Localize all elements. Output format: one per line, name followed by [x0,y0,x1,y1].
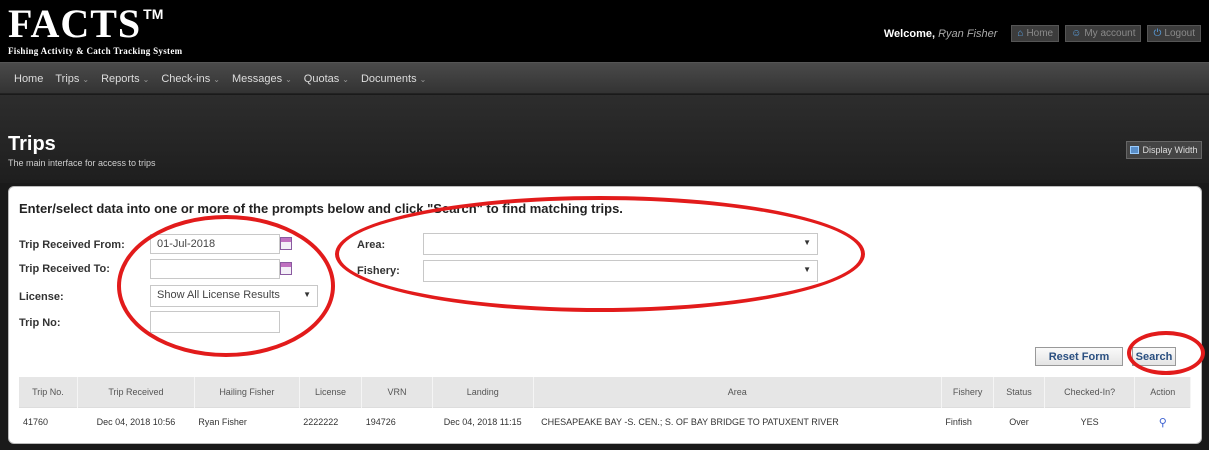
nav-quotas[interactable]: Quotas ⌄ [298,73,355,85]
home-icon: ⌂ [1017,28,1024,39]
results-table: Trip No. Trip Received Hailing Fisher Li… [19,377,1191,437]
received-to-label: Trip Received To: [19,263,110,275]
nav-home[interactable]: Home [8,73,49,85]
logout-button[interactable]: ⏻ Logout [1147,25,1201,42]
facts-logo[interactable]: FACTS TM Fishing Activity & Catch Trackin… [8,1,183,57]
page-subtitle: The main interface for access to trips [8,158,156,168]
column-header[interactable]: Trip Received [77,377,195,407]
column-header[interactable]: Landing [432,377,534,407]
welcome-text: Welcome, Ryan Fisher [883,27,998,40]
calendar-icon[interactable] [280,237,292,250]
search-button[interactable]: Search [1132,347,1176,366]
cell-vrn: 194726 [361,406,433,437]
area-label: Area: [357,239,386,251]
magnifier-icon[interactable]: ⚲ [1159,417,1167,429]
fishery-label: Fishery: [357,265,400,277]
user-icon: ☺ [1071,28,1082,39]
fishery-select[interactable]: ▼ [423,260,818,282]
column-header[interactable]: Trip No. [19,377,78,407]
chevron-down-icon: ⌄ [142,74,150,84]
my-account-button[interactable]: ☺ My account [1065,25,1142,42]
license-label: License: [19,291,64,303]
cell-checked-in: YES [1044,406,1135,437]
column-header[interactable]: VRN [361,377,433,407]
cell-license: 2222222 [299,406,362,437]
cell-fishery: Finfish [941,406,994,437]
logo-trademark: TM [143,6,164,22]
main-nav: Home Trips ⌄ Reports ⌄ Check-ins ⌄ Messages… [0,62,1209,94]
chevron-down-icon: ⌄ [285,74,292,84]
chevron-down-icon: ⌄ [213,74,220,84]
power-icon: ⏻ [1153,28,1162,39]
search-instructions: Enter/select data into one or more of th… [19,201,623,216]
column-header[interactable]: Area [533,377,942,407]
nav-reports[interactable]: Reports ⌄ [95,73,155,85]
cell-status: Over [993,406,1045,437]
dropdown-arrow-icon: ▼ [303,290,311,299]
chevron-down-icon: ⌄ [82,74,90,84]
page-title: Trips [8,133,56,155]
column-header[interactable]: Checked-In? [1044,377,1136,407]
app-header: FACTS TM Fishing Activity & Catch Trackin… [0,0,1209,62]
received-from-input[interactable]: 01-Jul-2018 [150,234,280,254]
user-bar: Welcome, Ryan Fisher ⌂ Home ☺ My account ⏻… [884,25,1201,42]
cell-landing: Dec 04, 2018 11:15 [432,406,534,437]
nav-check-ins[interactable]: Check-ins ⌄ [155,73,226,85]
cell-hailing-fisher: Ryan Fisher [194,406,300,437]
area-select[interactable]: ▼ [423,233,818,255]
table-row[interactable]: 41760 Dec 04, 2018 10:56 Ryan Fisher 222… [19,406,1191,437]
column-header[interactable]: Status [993,377,1045,407]
cell-trip-no: 41760 [19,406,78,437]
column-header[interactable]: License [299,377,363,407]
license-selected-value: Show All License Results [157,289,280,301]
trip-no-label: Trip No: [19,317,61,329]
received-from-label: Trip Received From: [19,239,125,251]
page-title-band: Trips The main interface for access to t… [0,95,1209,183]
home-button[interactable]: ⌂ Home [1011,25,1060,42]
cell-trip-received: Dec 04, 2018 10:56 [77,406,195,437]
calendar-icon[interactable] [280,262,292,275]
column-header[interactable]: Fishery [941,377,995,407]
column-header[interactable]: Action [1134,377,1191,407]
search-panel: Enter/select data into one or more of th… [8,186,1202,444]
user-name: Ryan Fisher [938,27,998,40]
received-to-input[interactable] [150,259,280,279]
trip-no-input[interactable] [150,311,280,333]
column-header[interactable]: Hailing Fisher [194,377,300,407]
monitor-icon [1130,146,1140,154]
reset-form-button[interactable]: Reset Form [1035,347,1123,366]
nav-messages[interactable]: Messages ⌄ [226,73,298,85]
license-select[interactable]: Show All License Results ▼ [150,285,318,307]
logo-subtitle: Fishing Activity & Catch Tracking System [8,46,183,56]
nav-trips[interactable]: Trips ⌄ [49,73,95,85]
nav-documents[interactable]: Documents ⌄ [355,73,432,85]
chevron-down-icon: ⌄ [419,74,427,84]
dropdown-arrow-icon: ▼ [803,238,811,247]
chevron-down-icon: ⌄ [342,74,349,84]
cell-action: ⚲ [1134,406,1191,437]
display-width-button[interactable]: Display Width [1126,141,1202,159]
dropdown-arrow-icon: ▼ [803,265,811,274]
cell-area: CHESAPEAKE BAY -S. CEN.; S. OF BAY BRIDG… [533,406,942,437]
table-header-row: Trip No. Trip Received Hailing Fisher Li… [19,377,1191,407]
logo-title: FACTS [8,1,142,46]
